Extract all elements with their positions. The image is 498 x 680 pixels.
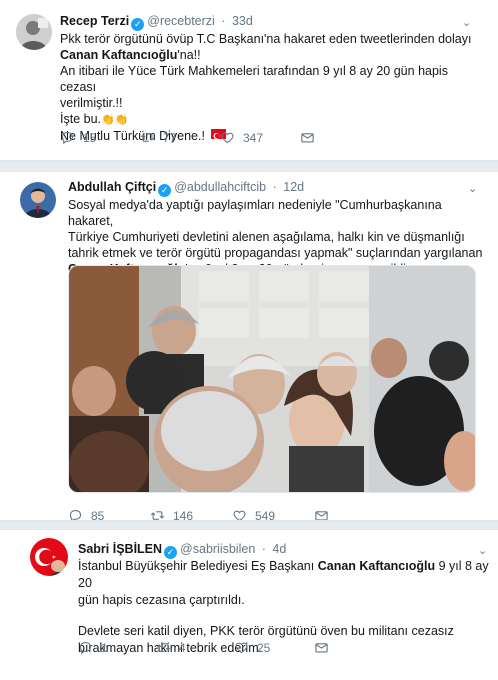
share-button[interactable]	[314, 508, 329, 520]
mail-icon	[301, 133, 314, 143]
tweet-separator	[0, 520, 498, 530]
dot-separator: ·	[221, 14, 226, 28]
mail-icon	[315, 511, 328, 520]
tweet-line: gün hapis cezasına çarptırıldı.	[78, 593, 245, 607]
tweet-time[interactable]: 33d	[232, 14, 253, 28]
retweet-count: 77	[163, 130, 177, 145]
reply-button[interactable]: 85	[68, 508, 104, 520]
like-button[interactable]: 347	[220, 130, 263, 145]
tweet-actions: 85 146 549	[68, 508, 488, 520]
tweet-text: Pkk terör örgütünü övüp T.C Başkanı'na h…	[60, 31, 480, 144]
tweet-line: İşte bu.	[60, 112, 101, 126]
tweet-line: Devlete seri katil diyen, PKK terör örgü…	[78, 624, 454, 638]
avatar[interactable]	[16, 14, 52, 50]
tweet-photo[interactable]	[68, 265, 476, 493]
reply-icon	[61, 131, 74, 145]
tweet-actions: 1 4 25	[78, 640, 488, 656]
clap-emoji-icon: 👏👏	[101, 114, 129, 126]
retweet-button[interactable]: 77	[140, 130, 176, 145]
retweet-count: 146	[173, 508, 194, 521]
share-button[interactable]	[300, 130, 315, 145]
reply-count: 1	[101, 640, 108, 655]
tweet-line: Türkiye Cumhuriyeti devletini alenen aşa…	[68, 230, 465, 244]
author-name[interactable]: Recep Terzi	[60, 14, 129, 28]
avatar[interactable]	[20, 182, 56, 218]
tweet-line: 'na!!	[177, 48, 201, 62]
avatar-flag-icon	[30, 538, 68, 576]
heart-icon	[221, 132, 234, 144]
retweet-icon	[150, 511, 165, 520]
retweet-icon	[156, 643, 171, 652]
tweet-line: verilmiştir.!!	[60, 96, 123, 110]
like-button[interactable]: 25	[234, 640, 270, 655]
retweet-count: 4	[179, 640, 186, 655]
tweet-card-2[interactable]: Abdullah Çiftçi ✓ @abdullahciftcib · 12d ⌄…	[0, 172, 498, 520]
retweet-button[interactable]: 146	[150, 508, 193, 520]
verified-icon: ✓	[131, 18, 145, 31]
tweet-line: İstanbul Büyükşehir Belediyesi Eş Başkan…	[78, 559, 318, 573]
like-count: 25	[257, 640, 271, 655]
author-handle[interactable]: @sabriisbilen	[180, 542, 255, 556]
mail-icon	[315, 643, 328, 653]
avatar[interactable]	[30, 538, 68, 576]
dot-separator: ·	[272, 180, 277, 194]
crowd-photo-image	[69, 266, 475, 492]
chevron-down-icon[interactable]: ⌄	[468, 182, 477, 195]
reply-button[interactable]: 15	[60, 130, 96, 145]
retweet-icon	[140, 133, 155, 142]
chevron-down-icon[interactable]: ⌄	[462, 16, 471, 29]
reply-button[interactable]: 1	[78, 640, 108, 655]
dot-separator: ·	[261, 542, 266, 556]
tweet-time[interactable]: 4d	[272, 542, 286, 556]
avatar-photo-icon	[16, 14, 52, 50]
reply-count: 85	[91, 508, 105, 521]
like-count: 347	[243, 130, 264, 145]
tweet-card-3[interactable]: Sabri İŞBİLEN ✓ @sabriisbilen · 4d ⌄ İstan…	[0, 530, 498, 680]
heart-icon	[233, 510, 246, 520]
author-name[interactable]: Sabri İŞBİLEN	[78, 542, 162, 556]
tweet-actions: 15 77 347	[60, 130, 480, 146]
mention-name: Canan Kaftancıoğlu	[317, 559, 436, 573]
tweet-line: An itibari ile Yüce Türk Mahkemeleri tar…	[60, 64, 448, 94]
author-name[interactable]: Abdullah Çiftçi	[68, 180, 156, 194]
reply-count: 15	[83, 130, 97, 145]
share-button[interactable]	[314, 640, 329, 655]
tweet-time[interactable]: 12d	[283, 180, 304, 194]
tweet-separator	[0, 160, 498, 172]
reply-icon	[69, 509, 82, 520]
chevron-down-icon[interactable]: ⌄	[478, 544, 487, 557]
like-button[interactable]: 549	[232, 508, 275, 520]
like-count: 549	[255, 508, 276, 521]
tweet-line: Pkk terör örgütünü övüp T.C Başkanı'na h…	[60, 32, 472, 46]
mention-name: Canan Kaftancıoğlu	[60, 48, 178, 62]
heart-icon	[235, 642, 248, 654]
tweet-card-1[interactable]: Recep Terzi ✓ @recebterzi · 33d ⌄ Pkk terö…	[0, 0, 498, 160]
tweet-line: tahrik etmek ve terör örgütü propagandas…	[68, 246, 483, 260]
author-handle[interactable]: @abdullahciftcib	[174, 180, 266, 194]
tweet-line: Sosyal medya'da yaptığı paylaşımları ned…	[68, 198, 442, 228]
verified-icon: ✓	[158, 184, 172, 197]
author-handle[interactable]: @recebterzi	[147, 14, 215, 28]
avatar-photo-icon	[20, 182, 56, 218]
retweet-button[interactable]: 4	[156, 640, 186, 655]
reply-icon	[79, 641, 92, 655]
